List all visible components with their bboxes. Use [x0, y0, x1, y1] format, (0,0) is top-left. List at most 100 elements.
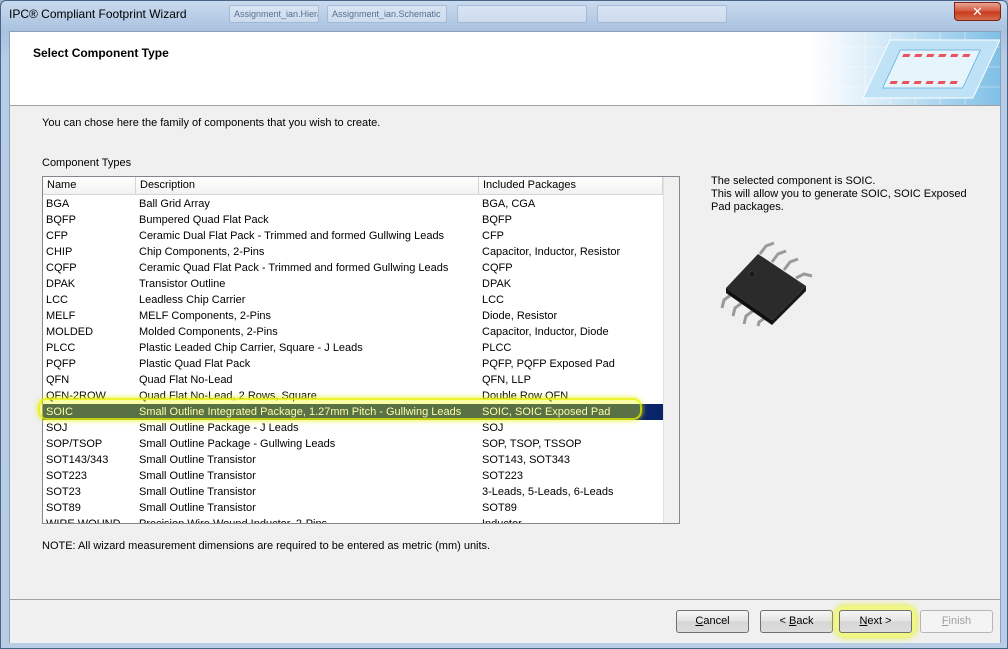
button-label-suffix: ack — [796, 615, 814, 627]
background-taskbar-item — [457, 5, 587, 23]
page-title: Select Component Type — [33, 46, 169, 60]
button-label-prefix: < — [779, 615, 789, 627]
cell-name: DPAK — [46, 278, 76, 290]
table-row[interactable]: LCC Leadless Chip Carrier LCC — [43, 292, 663, 308]
title-bar[interactable]: IPC® Compliant Footprint Wizard Assignme… — [1, 1, 1007, 27]
cell-name: BQFP — [46, 214, 76, 226]
cell-packages: Capacitor, Inductor, Diode — [482, 326, 609, 338]
cell-packages: SOIC, SOIC Exposed Pad — [482, 406, 611, 418]
cancel-button[interactable]: Cancel — [676, 610, 749, 633]
cell-packages: LCC — [482, 294, 505, 306]
list-body: BGA Ball Grid Array BGA, CGA BQFP Bumpered Q… — [43, 196, 663, 524]
cell-name: SOT23 — [46, 486, 81, 498]
cell-description: Small Outline Package - J Leads — [139, 422, 299, 434]
table-row[interactable]: SOJ Small Outline Package - J Leads SOJ — [43, 420, 663, 436]
cell-description: Small Outline Integrated Package, 1.27mm… — [139, 406, 462, 418]
cell-name: WIRE WOUND — [46, 518, 121, 524]
cell-packages: SOT143, SOT343 — [482, 454, 571, 466]
cell-name: BGA — [46, 198, 70, 210]
cell-packages: PQFP, PQFP Exposed Pad — [482, 358, 615, 370]
cell-name: PLCC — [46, 342, 76, 354]
cell-description: Ceramic Dual Flat Pack - Trimmed and for… — [139, 230, 445, 242]
cell-name: SOT89 — [46, 502, 81, 514]
cell-packages: Capacitor, Inductor, Resistor — [482, 246, 621, 258]
cell-packages: Inductor — [482, 518, 522, 524]
cell-packages: CFP — [482, 230, 504, 242]
cell-description: Transistor Outline — [139, 278, 226, 290]
table-row[interactable]: MOLDED Molded Components, 2-Pins Capacitor… — [43, 324, 663, 340]
cell-name: SOJ — [46, 422, 68, 434]
header-banner-graphic — [810, 32, 1000, 105]
cell-name: LCC — [46, 294, 69, 306]
table-row[interactable]: SOT143/343 Small Outline Transistor SOT143… — [43, 452, 663, 468]
cell-description: Precision Wire Wound Inductor, 2-Pins — [139, 518, 328, 524]
cell-packages: 3-Leads, 5-Leads, 6-Leads — [482, 486, 614, 498]
cell-packages: SOJ — [482, 422, 504, 434]
table-row[interactable]: SOIC Small Outline Integrated Package, 1.… — [43, 404, 663, 420]
cell-name: SOT223 — [46, 470, 87, 482]
cell-packages: SOT89 — [482, 502, 517, 514]
list-header: Name Description Included Packages — [43, 177, 663, 195]
column-header-packages[interactable]: Included Packages — [479, 177, 663, 195]
cell-name: SOIC — [46, 406, 73, 418]
cell-description: Plastic Quad Flat Pack — [139, 358, 251, 370]
table-row[interactable]: BQFP Bumpered Quad Flat Pack BQFP — [43, 212, 663, 228]
cell-packages: QFN, LLP — [482, 374, 531, 386]
cell-name: PQFP — [46, 358, 76, 370]
table-row[interactable]: QFN-2ROW Quad Flat No-Lead, 2 Rows, Squar… — [43, 388, 663, 404]
cell-packages: SOT223 — [482, 470, 523, 482]
info-line: The selected component is SOIC. — [711, 175, 876, 187]
button-label-suffix: ext > — [867, 615, 892, 627]
table-row[interactable]: PQFP Plastic Quad Flat Pack PQFP, PQFP Exp… — [43, 356, 663, 372]
cell-description: Bumpered Quad Flat Pack — [139, 214, 269, 226]
wizard-client-area: Select Component Type You can chose here… — [9, 31, 1001, 643]
table-row[interactable]: BGA Ball Grid Array BGA, CGA — [43, 196, 663, 212]
cell-packages: CQFP — [482, 262, 513, 274]
table-row[interactable]: QFN Quad Flat No-Lead QFN, LLP — [43, 372, 663, 388]
cell-description: Small Outline Package - Gullwing Leads — [139, 438, 336, 450]
cell-packages: BGA, CGA — [482, 198, 536, 210]
cell-name: QFN-2ROW — [46, 390, 106, 402]
table-row[interactable]: SOP/TSOP Small Outline Package - Gullwing… — [43, 436, 663, 452]
cell-description: Quad Flat No-Lead — [139, 374, 233, 386]
table-row[interactable]: DPAK Transistor Outline DPAK — [43, 276, 663, 292]
cell-packages: PLCC — [482, 342, 512, 354]
window-title: IPC® Compliant Footprint Wizard — [9, 7, 187, 21]
table-row[interactable]: CFP Ceramic Dual Flat Pack - Trimmed and … — [43, 228, 663, 244]
table-row[interactable]: CQFP Ceramic Quad Flat Pack - Trimmed and… — [43, 260, 663, 276]
cell-description: Small Outline Transistor — [139, 454, 256, 466]
table-row[interactable]: SOT23 Small Outline Transistor 3-Leads, 5-… — [43, 484, 663, 500]
close-button[interactable]: ✕ — [954, 2, 1001, 21]
table-row[interactable]: SOT89 Small Outline Transistor SOT89 — [43, 500, 663, 516]
cell-description: Small Outline Transistor — [139, 486, 256, 498]
table-row[interactable]: WIRE WOUND Precision Wire Wound Inductor,… — [43, 516, 663, 524]
cell-packages: BQFP — [482, 214, 512, 226]
cell-description: Ball Grid Array — [139, 198, 210, 210]
table-row[interactable]: MELF MELF Components, 2-Pins Diode, Resist… — [43, 308, 663, 324]
column-header-description[interactable]: Description — [136, 177, 479, 195]
column-header-name[interactable]: Name — [43, 177, 136, 195]
wizard-footer: Cancel < Back Next > Finish — [10, 599, 1000, 643]
cell-description: Small Outline Transistor — [139, 502, 256, 514]
info-line: This will allow you to generate SOIC, SO… — [711, 188, 967, 200]
cell-name: MOLDED — [46, 326, 94, 338]
table-row[interactable]: CHIP Chip Components, 2-Pins Capacitor, In… — [43, 244, 663, 260]
cell-description: Ceramic Quad Flat Pack - Trimmed and for… — [139, 262, 449, 274]
next-button[interactable]: Next > — [839, 610, 912, 633]
cell-packages: Diode, Resistor — [482, 310, 558, 322]
cell-name: CFP — [46, 230, 68, 242]
cell-name: MELF — [46, 310, 76, 322]
list-scrollbar[interactable] — [663, 177, 679, 523]
metric-units-note: NOTE: All wizard measurement dimensions … — [42, 540, 491, 552]
button-accelerator: F — [941, 615, 949, 627]
selected-component-info: The selected component is SOIC. This wil… — [711, 175, 971, 214]
finish-button[interactable]: Finish — [920, 610, 993, 633]
wizard-header: Select Component Type — [10, 32, 1000, 106]
table-row[interactable]: SOT223 Small Outline Transistor SOT223 — [43, 468, 663, 484]
intro-text: You can chose here the family of compone… — [42, 117, 381, 129]
cell-name: SOT143/343 — [46, 454, 109, 466]
component-types-label: Component Types — [42, 157, 132, 169]
back-button[interactable]: < Back — [760, 610, 833, 633]
component-types-list[interactable]: Name Description Included Packages BGA Ba… — [42, 176, 680, 524]
table-row[interactable]: PLCC Plastic Leaded Chip Carrier, Square … — [43, 340, 663, 356]
